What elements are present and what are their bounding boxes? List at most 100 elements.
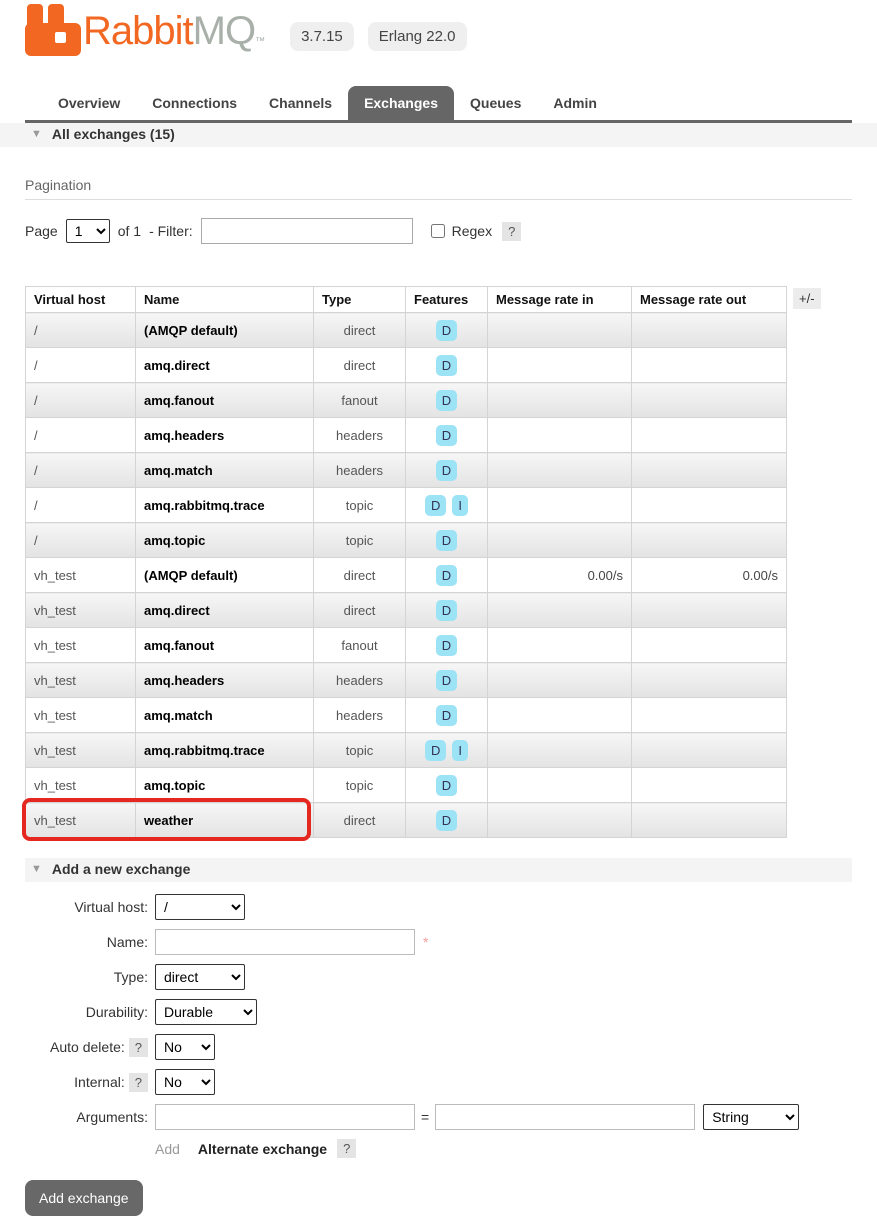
type-cell: direct xyxy=(313,312,406,348)
column-header-message-rate-in[interactable]: Message rate in xyxy=(487,286,632,313)
message-rate-out-cell xyxy=(631,382,787,418)
pagination-section-label: Pagination xyxy=(25,177,852,200)
message-rate-in-cell xyxy=(487,732,632,768)
durable-badge: D xyxy=(435,564,458,586)
internal-select[interactable]: No xyxy=(155,1069,215,1095)
message-rate-in-cell xyxy=(487,662,632,698)
exchange-name-link[interactable]: amq.fanout xyxy=(135,627,314,663)
exchange-name-link[interactable]: weather xyxy=(135,802,314,838)
message-rate-in-cell xyxy=(487,592,632,628)
table-row: / (AMQP default) direct D xyxy=(25,312,787,348)
page-select[interactable]: 1 xyxy=(65,219,110,243)
table-row: vh_test (AMQP default) direct D 0.00/s 0.00/s xyxy=(25,557,787,593)
section-all-exchanges[interactable]: ▼ All exchanges (15) xyxy=(0,123,877,147)
alternate-exchange-label: Alternate exchange xyxy=(197,1140,328,1157)
exchange-name-link[interactable]: amq.topic xyxy=(135,767,314,803)
type-cell: direct xyxy=(313,802,406,838)
virtual-host-label: Virtual host: xyxy=(74,899,148,915)
features-cell: D xyxy=(405,522,488,558)
column-header-message-rate-out[interactable]: Message rate out xyxy=(631,286,787,313)
message-rate-in-cell xyxy=(487,312,632,348)
argument-type-select[interactable]: String xyxy=(703,1104,800,1130)
vhost-cell: vh_test xyxy=(25,697,136,733)
argument-value-input[interactable] xyxy=(435,1104,696,1130)
exchange-name-link[interactable]: amq.match xyxy=(135,697,314,733)
durability-select[interactable]: Durable xyxy=(155,999,257,1025)
exchange-name-input[interactable] xyxy=(155,929,415,955)
regex-help-icon[interactable]: ? xyxy=(502,221,522,241)
exchange-name-link[interactable]: amq.rabbitmq.trace xyxy=(135,487,314,523)
type-cell: direct xyxy=(313,557,406,593)
exchange-name-link[interactable]: amq.direct xyxy=(135,592,314,628)
message-rate-out-cell xyxy=(631,417,787,453)
auto-delete-select[interactable]: No xyxy=(155,1034,215,1060)
internal-help-icon[interactable]: ? xyxy=(128,1073,148,1092)
exchange-name-link[interactable]: amq.rabbitmq.trace xyxy=(135,732,314,768)
add-exchange-form: Virtual host: / Name: * Type: direct Dur… xyxy=(25,894,852,1216)
type-select[interactable]: direct xyxy=(155,964,245,990)
tab-connections[interactable]: Connections xyxy=(136,86,253,120)
column-header-name[interactable]: Name xyxy=(135,286,314,313)
type-cell: headers xyxy=(313,417,406,453)
tab-overview[interactable]: Overview xyxy=(42,86,136,120)
vhost-cell: vh_test xyxy=(25,767,136,803)
tab-queues[interactable]: Queues xyxy=(454,86,537,120)
exchange-name-link[interactable]: amq.topic xyxy=(135,522,314,558)
features-cell: D xyxy=(405,557,488,593)
type-cell: topic xyxy=(313,732,406,768)
vhost-cell: / xyxy=(25,382,136,418)
message-rate-out-cell xyxy=(631,592,787,628)
column-toggle-button[interactable]: +/- xyxy=(793,288,821,309)
add-argument-link[interactable]: Add xyxy=(155,1141,180,1157)
rabbitmq-management-page: RabbitMQ™ 3.7.15 Erlang 22.0 Overview Co… xyxy=(0,0,877,1216)
column-header-type[interactable]: Type xyxy=(313,286,406,313)
filter-label: - Filter: xyxy=(149,223,193,239)
type-cell: direct xyxy=(313,592,406,628)
tab-channels[interactable]: Channels xyxy=(253,86,348,120)
exchange-name-link[interactable]: amq.headers xyxy=(135,662,314,698)
message-rate-out-cell xyxy=(631,662,787,698)
auto-delete-help-icon[interactable]: ? xyxy=(128,1038,148,1057)
virtual-host-select[interactable]: / xyxy=(155,894,245,920)
features-cell: D xyxy=(405,767,488,803)
exchange-name-link[interactable]: amq.headers xyxy=(135,417,314,453)
table-row: vh_test amq.headers headers D xyxy=(25,662,787,698)
features-cell: D xyxy=(405,312,488,348)
exchange-name-link[interactable]: amq.fanout xyxy=(135,382,314,418)
message-rate-in-cell xyxy=(487,627,632,663)
rabbitmq-logo[interactable]: RabbitMQ™ xyxy=(25,3,265,69)
type-label: Type: xyxy=(113,969,148,985)
vhost-cell: vh_test xyxy=(25,802,136,838)
alternate-exchange-help-icon[interactable]: ? xyxy=(337,1139,357,1158)
logo-text: RabbitMQ™ xyxy=(83,8,265,53)
durable-badge: D xyxy=(435,424,458,446)
section-add-exchange[interactable]: ▼ Add a new exchange xyxy=(25,858,852,882)
durable-badge: D xyxy=(435,354,458,376)
vhost-cell: / xyxy=(25,452,136,488)
exchange-name-link[interactable]: amq.match xyxy=(135,452,314,488)
vhost-cell: vh_test xyxy=(25,662,136,698)
message-rate-in-cell xyxy=(487,767,632,803)
argument-key-input[interactable] xyxy=(155,1104,415,1130)
regex-checkbox[interactable] xyxy=(430,224,445,238)
collapse-arrow-icon: ▼ xyxy=(31,128,42,140)
message-rate-in-cell xyxy=(487,697,632,733)
type-cell: topic xyxy=(313,767,406,803)
tab-exchanges[interactable]: Exchanges xyxy=(348,86,454,120)
vhost-cell: / xyxy=(25,522,136,558)
durability-label: Durability: xyxy=(85,1004,148,1020)
vhost-cell: / xyxy=(25,417,136,453)
message-rate-out-cell xyxy=(631,732,787,768)
tab-admin[interactable]: Admin xyxy=(537,86,613,120)
exchange-name-link[interactable]: amq.direct xyxy=(135,347,314,383)
pagination-controls: Page 1 of 1 - Filter: Regex ? xyxy=(25,218,852,244)
column-header-virtual-host[interactable]: Virtual host xyxy=(25,286,136,313)
add-exchange-button[interactable]: Add exchange xyxy=(25,1180,143,1216)
exchange-name-link[interactable]: (AMQP default) xyxy=(135,312,314,348)
exchange-name-link[interactable]: (AMQP default) xyxy=(135,557,314,593)
regex-label: Regex xyxy=(451,223,493,239)
version-badge: 3.7.15 xyxy=(290,21,354,51)
filter-input[interactable] xyxy=(200,218,413,244)
section-all-exchanges-title: All exchanges (15) xyxy=(51,126,175,142)
type-cell: topic xyxy=(313,522,406,558)
